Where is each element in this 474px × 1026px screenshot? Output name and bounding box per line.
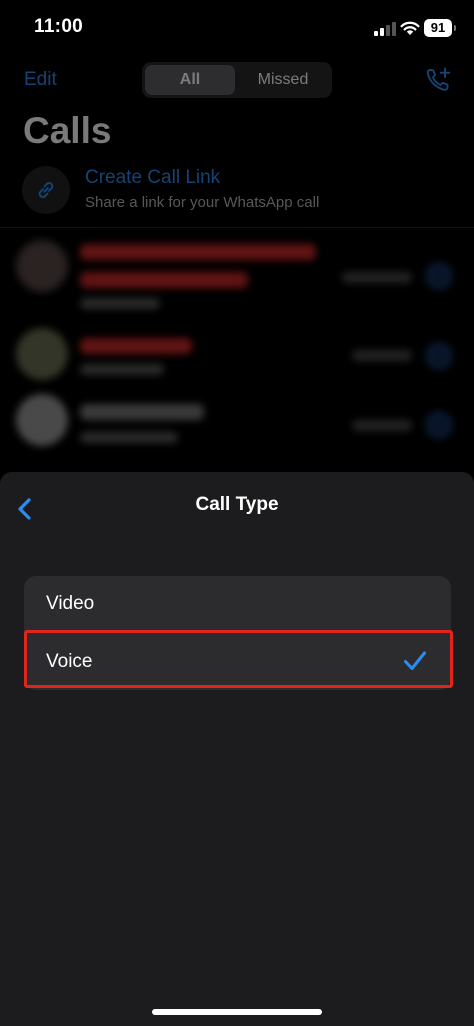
- create-call-link-subtitle: Share a link for your WhatsApp call: [85, 194, 320, 211]
- call-time-blurred: [352, 420, 412, 431]
- call-row-blurred[interactable]: [0, 324, 474, 384]
- avatar: [16, 240, 68, 292]
- tab-missed[interactable]: Missed: [238, 65, 328, 95]
- divider: [0, 227, 474, 228]
- tab-all[interactable]: All: [145, 65, 235, 95]
- call-detail-blurred: [80, 432, 178, 443]
- call-type-options: Video Voice: [24, 576, 451, 690]
- call-row-blurred[interactable]: [0, 390, 474, 454]
- divider: [46, 632, 451, 633]
- link-icon: [38, 182, 54, 198]
- call-detail-blurred: [80, 364, 164, 375]
- calls-filter-segmented-control[interactable]: All Missed: [142, 62, 332, 98]
- edit-button[interactable]: Edit: [24, 69, 57, 91]
- info-icon[interactable]: [426, 412, 452, 438]
- page-title: Calls: [23, 110, 112, 151]
- caller-name-blurred: [80, 272, 248, 288]
- info-icon[interactable]: [426, 343, 452, 369]
- caller-name-blurred: [80, 338, 192, 354]
- call-link-icon-circle[interactable]: [22, 166, 70, 214]
- home-indicator[interactable]: [152, 1009, 322, 1015]
- screen: 11:00 91 Edit All Missed Calls Create Ca…: [0, 0, 474, 1026]
- calls-screen-background: Edit All Missed Calls Create Call Link S…: [0, 0, 474, 480]
- caller-name-blurred: [80, 244, 316, 260]
- call-time-blurred: [352, 350, 412, 361]
- call-detail-blurred: [80, 298, 160, 309]
- sheet-title: Call Type: [195, 494, 279, 515]
- checkmark-icon: [404, 651, 426, 670]
- option-label: Voice: [46, 651, 93, 672]
- option-voice[interactable]: Voice: [24, 634, 451, 690]
- call-type-sheet: Call Type Video Voice: [0, 472, 474, 1026]
- option-video[interactable]: Video: [24, 576, 451, 633]
- avatar: [16, 394, 68, 446]
- create-call-link-button[interactable]: Create Call Link: [85, 167, 220, 189]
- call-row-blurred[interactable]: [0, 232, 474, 322]
- info-icon[interactable]: [426, 263, 452, 289]
- new-call-icon[interactable]: [424, 66, 452, 94]
- caller-name-blurred: [80, 404, 204, 420]
- avatar: [16, 328, 68, 380]
- option-label: Video: [46, 593, 95, 614]
- call-time-blurred: [342, 272, 412, 283]
